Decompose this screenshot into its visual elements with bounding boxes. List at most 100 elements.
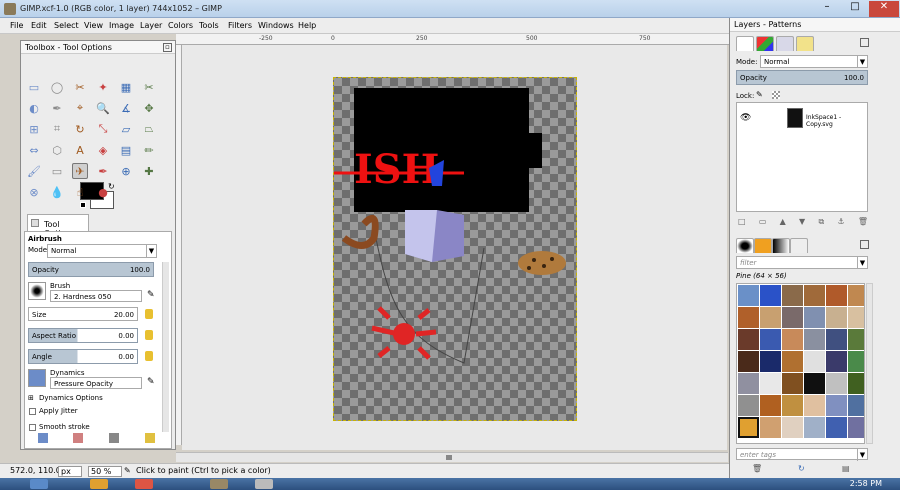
pattern-swatch[interactable]: [782, 329, 803, 350]
new-group-icon[interactable]: ▭: [759, 217, 767, 227]
dynamics-icon[interactable]: [28, 369, 46, 387]
tab-patterns[interactable]: [754, 238, 772, 253]
restore-options-icon[interactable]: [73, 433, 83, 443]
window-titlebar[interactable]: GIMP.xcf-1.0 (RGB color, 1 layer) 744x10…: [0, 0, 900, 18]
chrome-icon[interactable]: [135, 479, 153, 489]
edit-brush-icon[interactable]: ✎: [147, 290, 155, 300]
pattern-swatch[interactable]: [826, 351, 847, 372]
pattern-swatch[interactable]: [826, 285, 847, 306]
dynamics-field[interactable]: Pressure Opacity: [50, 377, 142, 389]
pattern-swatch[interactable]: [848, 395, 864, 416]
pattern-swatch[interactable]: [848, 417, 864, 438]
rect-select-icon[interactable]: ▭: [26, 79, 42, 95]
layer-opacity-slider[interactable]: Opacity 100.0: [736, 70, 868, 85]
pattern-swatch[interactable]: [804, 351, 825, 372]
blur-icon[interactable]: 💧: [49, 184, 65, 200]
pattern-swatch[interactable]: [804, 373, 825, 394]
lock-alpha-icon[interactable]: [772, 91, 780, 99]
paintbrush-icon[interactable]: 🖌: [26, 163, 42, 179]
explorer-icon[interactable]: [90, 479, 108, 489]
reset-angle-icon[interactable]: [145, 351, 153, 361]
mode-select[interactable]: Normal ▼: [47, 244, 157, 258]
options-scrollbar[interactable]: [162, 262, 169, 432]
save-options-icon[interactable]: [38, 433, 48, 443]
pattern-swatch[interactable]: [738, 351, 759, 372]
pattern-swatch[interactable]: [782, 373, 803, 394]
pattern-swatch[interactable]: [760, 417, 781, 438]
pattern-swatch[interactable]: [760, 285, 781, 306]
horizontal-scrollbar[interactable]: [176, 452, 728, 462]
bucket-fill-icon[interactable]: ◈: [95, 142, 111, 158]
crop-icon[interactable]: ⌗: [49, 121, 65, 137]
free-select-icon[interactable]: ✂: [72, 79, 88, 95]
pattern-swatch[interactable]: [782, 307, 803, 328]
pattern-swatch[interactable]: [738, 395, 759, 416]
pattern-filter-field[interactable]: filter ▼: [736, 256, 868, 269]
edit-dynamics-icon[interactable]: ✎: [147, 377, 155, 387]
menu-view[interactable]: View: [84, 21, 103, 30]
zoom-select[interactable]: 50 %: [88, 466, 122, 477]
menu-filters[interactable]: Filters: [228, 21, 252, 30]
pattern-swatch[interactable]: [826, 395, 847, 416]
menu-windows[interactable]: Windows: [258, 21, 294, 30]
menu-colors[interactable]: Colors: [168, 21, 193, 30]
reset-options-icon[interactable]: [145, 433, 155, 443]
open-pattern-icon[interactable]: ▤: [842, 464, 850, 473]
pencil-icon[interactable]: ✏: [141, 142, 157, 158]
by-color-select-icon[interactable]: ▦: [118, 79, 134, 95]
tab-undo[interactable]: [796, 36, 814, 51]
lock-pixels-icon[interactable]: ✎: [756, 90, 763, 99]
tab-fonts[interactable]: [790, 238, 808, 253]
pattern-swatch[interactable]: [760, 373, 781, 394]
maximize-button[interactable]: □: [841, 1, 869, 17]
toolbox-titlebar[interactable]: Toolbox - Tool Options ▫: [21, 41, 175, 54]
pattern-swatch[interactable]: [782, 285, 803, 306]
raise-layer-icon[interactable]: ▲: [780, 217, 786, 227]
align-icon[interactable]: ⊞: [26, 121, 42, 137]
pattern-swatch[interactable]: [738, 417, 759, 438]
perspective-clone-icon[interactable]: ⊗: [26, 184, 42, 200]
unit-select[interactable]: px: [58, 466, 82, 477]
rotate-icon[interactable]: ↻: [72, 121, 88, 137]
menu-edit[interactable]: Edit: [31, 21, 47, 30]
pattern-swatch[interactable]: [782, 395, 803, 416]
text-icon[interactable]: A: [72, 142, 88, 158]
pattern-swatch[interactable]: [760, 329, 781, 350]
pattern-swatch[interactable]: [848, 285, 864, 306]
pattern-swatch[interactable]: [738, 329, 759, 350]
layer-mode-select[interactable]: Normal ▼: [760, 55, 868, 68]
scale-icon[interactable]: ⤡: [95, 121, 111, 137]
perspective-icon[interactable]: ⏢: [141, 121, 157, 137]
pattern-swatch[interactable]: [782, 417, 803, 438]
dynamics-options-expander[interactable]: Dynamics Options: [39, 394, 103, 402]
pattern-swatch[interactable]: [848, 373, 864, 394]
pattern-swatch[interactable]: [804, 329, 825, 350]
image-canvas[interactable]: ISH: [333, 77, 577, 421]
pattern-swatch[interactable]: [804, 307, 825, 328]
eraser-icon[interactable]: ▭: [49, 163, 65, 179]
tab-brushes[interactable]: [736, 238, 754, 253]
fuzzy-select-icon[interactable]: ✦: [95, 79, 111, 95]
pattern-swatch[interactable]: [782, 351, 803, 372]
pattern-grid[interactable]: [736, 283, 865, 444]
layer-name[interactable]: InkSpace1 - Copy.svg: [806, 114, 867, 128]
dock-titlebar[interactable]: Layers - Patterns: [730, 18, 900, 32]
foreground-select-icon[interactable]: ◐: [26, 100, 42, 116]
pattern-swatch[interactable]: [760, 395, 781, 416]
blend-icon[interactable]: ▤: [118, 142, 134, 158]
duplicate-layer-icon[interactable]: ⧉: [818, 217, 824, 227]
tab-paths[interactable]: [776, 36, 794, 51]
pattern-swatch[interactable]: [738, 285, 759, 306]
app-taskbar-icon[interactable]: [255, 479, 273, 489]
menu-help[interactable]: Help: [298, 21, 316, 30]
aspect-ratio-slider[interactable]: Aspect Ratio 0.00: [28, 328, 138, 343]
ellipse-select-icon[interactable]: ◯: [49, 79, 65, 95]
pattern-swatch[interactable]: [826, 329, 847, 350]
angle-slider[interactable]: Angle 0.00: [28, 349, 138, 364]
pattern-swatch[interactable]: [848, 307, 864, 328]
patterns-scrollbar[interactable]: [866, 283, 873, 444]
eye-icon[interactable]: 👁: [740, 113, 751, 123]
menu-file[interactable]: File: [10, 21, 23, 30]
menu-tools[interactable]: Tools: [199, 21, 219, 30]
dodge-burn-icon[interactable]: ●: [95, 184, 111, 200]
